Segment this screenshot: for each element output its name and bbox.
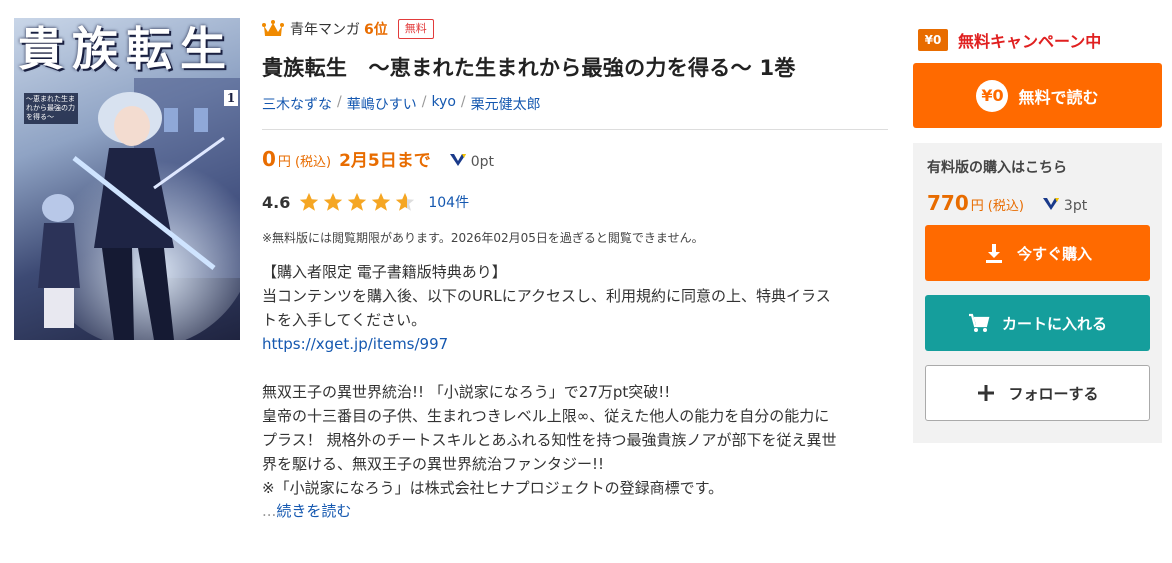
author-separator: / (460, 94, 466, 110)
campaign-banner: ¥0 無料キャンペーン中 (918, 28, 1101, 52)
author-separator: / (421, 94, 427, 110)
description-line: ※「小説家になろう」は株式会社ヒナプロジェクトの登録商標です。 (262, 479, 724, 497)
description-line: 皇帝の十三番目の子供、生まれつきレベル上限∞、従えた他人の能力を自分の能力に (262, 407, 830, 425)
crown-icon (262, 20, 284, 36)
cart-icon (968, 313, 990, 332)
cover-image[interactable]: 貴族転生 〜恵まれた生まれから最強の力を得る〜 1 (14, 18, 240, 340)
description-line: トを入手してください。 (262, 311, 427, 329)
description-line: 界を駆ける、無双王子の異世界統治ファンタジー!! (262, 455, 605, 473)
buy-now-button[interactable]: 今すぐ購入 (925, 225, 1150, 281)
download-icon (985, 244, 1002, 263)
author-list: 三木なずな / 華嶋ひすい / kyo / 栗元健太郎 (262, 94, 888, 114)
author-link[interactable]: 栗元健太郎 (471, 94, 541, 114)
follow-button[interactable]: フォローする (925, 365, 1150, 421)
point-icon (1042, 198, 1059, 210)
rank-genre[interactable]: 青年マンガ (290, 19, 360, 39)
cover-volume: 1 (224, 90, 238, 106)
cover-subtitle: 〜恵まれた生まれから最強の力を得る〜 (24, 93, 78, 124)
read-free-button[interactable]: ¥0 無料で読む (913, 63, 1162, 128)
product-info: 青年マンガ 6位 無料 貴族転生 〜恵まれた生まれから最強の力を得る〜 1巻 三… (262, 16, 888, 522)
author-separator: / (337, 94, 342, 110)
free-until: 2月5日まで (339, 151, 431, 171)
divider (262, 129, 888, 130)
paid-purchase-panel: 有料版の購入はこちら 770 円 (税込) 3pt 今すぐ購入 カートに入れる … (913, 143, 1162, 443)
ranking: 青年マンガ 6位 無料 (262, 16, 888, 42)
read-more-link[interactable]: ...続きを読む (262, 500, 888, 522)
half-star-icon (396, 192, 415, 211)
description-line: プラス！ 規格外のチートスキルとあふれる知性を持つ最強貴族ノアが部下を従え異世 (262, 431, 837, 449)
paid-heading: 有料版の購入はこちら (927, 160, 1067, 176)
bonus-url-link[interactable]: https://xget.jp/items/997 (262, 332, 888, 356)
zero-yen-icon: ¥0 (976, 79, 1009, 112)
yen-unit: 円 (277, 155, 291, 170)
description-line: 当コンテンツを購入後、以下のURLにアクセスし、利用規約に同意の上、特典イラス (262, 287, 831, 305)
rating-score: 4.6 (262, 192, 291, 212)
review-count-link[interactable]: 104件 (428, 192, 469, 212)
star-icon (300, 192, 319, 211)
yen-unit: 円 (970, 199, 984, 214)
star-icon (372, 192, 391, 211)
expiry-notice: ※無料版には閲覧期限があります。2026年02月05日を過ぎると閲覧できません。 (262, 231, 704, 245)
paid-price-row: 770 円 (税込) 3pt (927, 191, 1087, 215)
page-title: 貴族転生 〜恵まれた生まれから最強の力を得る〜 1巻 (262, 56, 796, 80)
read-more-label[interactable]: 続きを読む (276, 502, 351, 520)
star-icon (324, 192, 343, 211)
read-free-label: 無料で読む (1018, 87, 1099, 107)
tax-label: (税込) (987, 199, 1024, 214)
author-link[interactable]: kyo (431, 94, 455, 114)
rank-position: 6位 (364, 22, 388, 38)
free-points: 0pt (470, 154, 495, 170)
star-icon (348, 192, 367, 211)
description: 【購入者限定 電子書籍版特典あり】 当コンテンツを購入後、以下のURLにアクセス… (262, 260, 888, 500)
free-price: 0 (262, 147, 276, 171)
free-price-row: 0 円 (税込) 2月5日まで 0pt (262, 146, 888, 171)
campaign-tag: ¥0 (918, 29, 948, 51)
paid-points: 3pt (1063, 198, 1088, 214)
free-badge: 無料 (397, 19, 434, 39)
paid-price: 770 (927, 191, 969, 215)
add-to-cart-button[interactable]: カートに入れる (925, 295, 1150, 351)
add-to-cart-label: カートに入れる (1001, 314, 1107, 333)
point-icon (449, 154, 466, 166)
rating: 4.6 104件 (262, 191, 888, 213)
tax-label: (税込) (294, 155, 332, 170)
star-rating (298, 191, 416, 213)
buy-now-label: 今すぐ購入 (1016, 244, 1092, 263)
plus-icon (978, 385, 995, 401)
description-line: 無双王子の異世界統治!! 「小説家になろう」で27万pt突破!! (262, 383, 671, 401)
description-line: 【購入者限定 電子書籍版特典あり】 (262, 263, 507, 281)
follow-label: フォローする (1008, 384, 1099, 403)
author-link[interactable]: 華嶋ひすい (347, 94, 417, 114)
read-more-dots: ... (262, 502, 277, 520)
cover-title: 貴族転生 (18, 22, 234, 76)
campaign-text: 無料キャンペーン中 (958, 32, 1102, 51)
author-link[interactable]: 三木なずな (262, 94, 332, 114)
